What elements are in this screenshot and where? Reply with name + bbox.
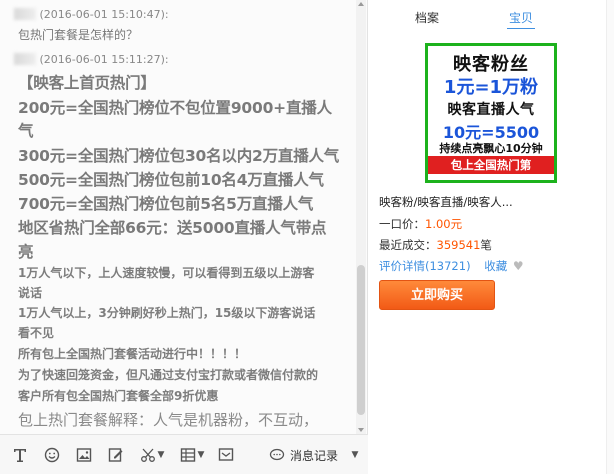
message-line: 700元=全国热门榜位包前5名5万直播人气 <box>18 195 314 213</box>
message-line: 地区省热门全部66元：送5000直播人气带点 <box>18 219 327 237</box>
message-line: 为了快速回笼资金，但凡通过支付宝打款或者微信付款的 <box>18 368 319 382</box>
right-tabs: 档案 宝贝 <box>369 0 604 34</box>
font-icon[interactable] <box>10 445 30 465</box>
chat-bubble-icon[interactable] <box>268 445 286 465</box>
message-line: 所有包上全国热门套餐活动进行中！！！！ <box>18 347 247 361</box>
sender-name-blurred <box>14 8 36 20</box>
sales-count: 359541 <box>436 238 481 252</box>
emoji-icon[interactable] <box>42 445 62 465</box>
message-line: 说话 <box>18 286 43 300</box>
message-header: (2016-06-01 15:11:27): <box>0 53 169 66</box>
favorite-button[interactable]: 收藏 <box>484 259 507 273</box>
message-line: 200元=全国热门榜位不包位置9000+直播人 <box>18 99 332 117</box>
message-timestamp: (2016-06-01 15:10:47): <box>39 8 169 21</box>
review-details-link[interactable]: 评价详情(13721) <box>379 259 471 273</box>
price-value: 1.00元 <box>425 217 463 231</box>
price-label: 一口价： <box>379 217 425 231</box>
product-image-banner: 包上全国热门第 <box>428 156 554 174</box>
screen-window-icon[interactable] <box>216 445 236 465</box>
product-image[interactable]: 映客粉丝 1元=1万粉 映客直播人气 10元=5500 持续点亮飘心10分钟 包… <box>425 43 557 183</box>
image-icon[interactable] <box>74 445 94 465</box>
table-grid-icon[interactable]: ▼ <box>178 445 206 465</box>
buy-now-button[interactable]: 立即购买 <box>379 280 495 310</box>
chat-pane: (2016-06-01 15:10:47): 包热门套餐是怎样的？ (2016-… <box>0 0 368 474</box>
product-pane-scrollbar[interactable] <box>606 0 614 474</box>
product-image-line: 映客直播人气 <box>447 102 535 118</box>
message-header: (2016-06-01 15:10:47): <box>0 8 169 21</box>
product-title-link[interactable]: 映客粉/映客直播/映客人... <box>379 194 513 210</box>
message-line: 500元=全国热门榜位包前10名4万直播人气 <box>18 171 324 189</box>
chevron-down-icon[interactable]: ▼ <box>350 445 360 465</box>
message-text: 包热门套餐是怎样的？ <box>18 28 139 42</box>
message-history-button[interactable]: 消息记录 <box>290 447 338 464</box>
product-pane: 档案 宝贝 映客粉丝 1元=1万粉 映客直播人气 10元=5500 持续点亮飘心… <box>369 0 614 474</box>
sales-label: 最近成交： <box>379 238 437 252</box>
review-row: 评价详情(13721) 收藏 ♥ <box>379 258 524 274</box>
tab-items[interactable]: 宝贝 <box>509 9 533 26</box>
sender-name-blurred <box>14 53 36 65</box>
message-line: 包上热门套餐解释：人气是机器粉，不互动， <box>18 411 319 429</box>
message-line: 【映客上首页热门】 <box>18 74 156 92</box>
message-line: 看不见 <box>18 326 55 340</box>
message-line: 1万人气以上，3分钟刷好秒上热门，15级以下游客说话 <box>18 306 316 320</box>
message-line: 气 <box>18 122 34 140</box>
scroll-down-arrow-icon[interactable] <box>358 428 364 432</box>
chat-toolbar: ▼ ▼ 消息记录 ▼ <box>0 434 368 474</box>
sales-unit: 笔 <box>480 238 492 252</box>
heart-icon[interactable]: ♥ <box>513 259 524 273</box>
message-line: 亮 <box>18 243 34 261</box>
screenshot-scissors-icon[interactable]: ▼ <box>138 445 166 465</box>
compose-icon[interactable] <box>106 445 126 465</box>
active-tab-underline <box>507 28 535 29</box>
product-image-line: 持续点亮飘心10分钟 <box>439 142 543 155</box>
message-line: 1万人气以下，上人速度较慢，可以看得到五级以上游客 <box>18 266 315 280</box>
price-row: 一口价：1.00元 <box>379 216 462 232</box>
sales-row: 最近成交：359541笔 <box>379 237 492 253</box>
scroll-up-arrow-icon[interactable] <box>358 2 364 6</box>
chat-history[interactable]: (2016-06-01 15:10:47): 包热门套餐是怎样的？ (2016-… <box>0 0 368 434</box>
product-image-line: 1元=1万粉 <box>443 77 539 98</box>
message-line: 客户所有包全国热门套餐全部9折优惠 <box>18 389 219 403</box>
chevron-down-icon: ▼ <box>197 450 205 460</box>
chat-scrollbar[interactable] <box>356 0 366 434</box>
message-timestamp: (2016-06-01 15:11:27): <box>39 53 169 66</box>
chat-scroll-thumb[interactable] <box>357 265 365 415</box>
message-line: 300元=全国热门榜位包30名以内2万直播人气 <box>18 147 340 165</box>
chevron-down-icon: ▼ <box>157 450 165 460</box>
tab-profile[interactable]: 档案 <box>415 9 439 26</box>
